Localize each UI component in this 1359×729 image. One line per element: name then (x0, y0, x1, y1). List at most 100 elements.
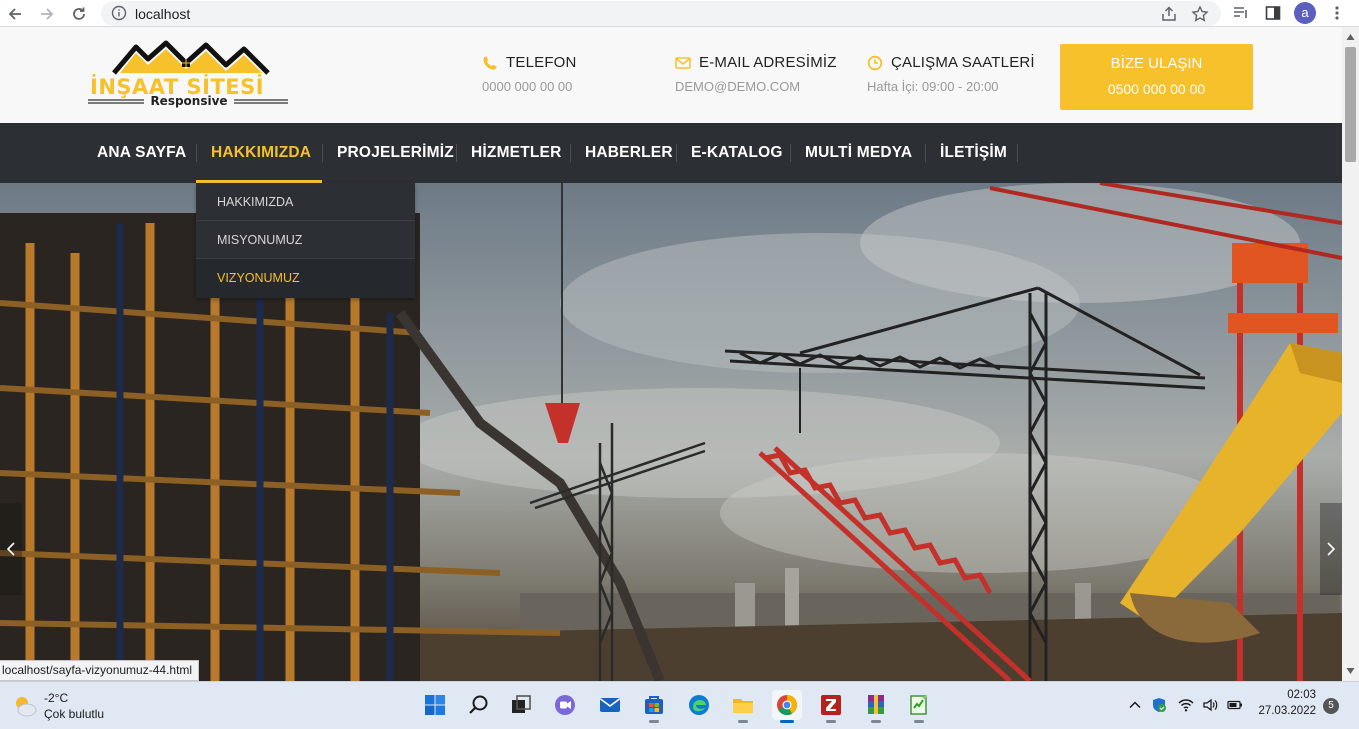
back-button[interactable] (5, 4, 25, 24)
battery-icon[interactable] (1227, 697, 1243, 713)
reload-button[interactable] (69, 4, 89, 24)
taskbar-app-filezilla[interactable] (816, 690, 846, 723)
taskbar-app-chrome[interactable] (772, 690, 802, 723)
nav-item-hakkimizda-label: HAKKIMIZDA (211, 144, 312, 161)
info-icon[interactable] (111, 5, 127, 21)
hours-info: ÇALIŞMA SAATLERİ Hafta İçi: 09:00 - 20:0… (867, 54, 1035, 94)
hakkimizda-dropdown: HAKKIMIZDA MISYONUMUZ VIZYONUMUZ (196, 183, 415, 298)
share-icon[interactable] (1160, 5, 1178, 23)
nav-item-ana-sayfa[interactable]: ANA SAYFA (97, 123, 186, 183)
nav-separator (570, 144, 571, 162)
nav-separator (1017, 144, 1018, 162)
more-menu-icon[interactable] (1331, 4, 1343, 22)
browser-toolbar: localhost a (0, 0, 1359, 27)
store-icon (645, 696, 663, 714)
task-view-icon (512, 695, 531, 713)
site-logo[interactable]: İNŞAAT SİTESİ Responsive (86, 39, 296, 111)
scroll-thumb[interactable] (1345, 47, 1356, 162)
system-clock[interactable]: 02:03 27.03.2022 (1258, 689, 1316, 717)
scroll-up-arrow-icon[interactable] (1346, 33, 1355, 41)
scroll-down-arrow-icon[interactable] (1346, 667, 1355, 675)
start-button[interactable] (420, 690, 450, 720)
volume-icon[interactable] (1202, 697, 1218, 713)
link-status-bubble: localhost/sayfa-vizyonumuz-44.html (0, 660, 200, 681)
dropdown-item-hakkimizda[interactable]: HAKKIMIZDA (196, 183, 415, 221)
clock-time: 02:03 (1287, 689, 1316, 701)
wifi-icon[interactable] (1178, 697, 1194, 713)
app-indicator (780, 720, 794, 723)
side-panel-icon[interactable] (1264, 4, 1282, 22)
nav-separator (456, 144, 457, 162)
chevron-right-icon (1327, 542, 1336, 556)
taskbar-app-chat[interactable] (550, 690, 580, 720)
nav-item-haberler[interactable]: HABERLER (585, 123, 673, 183)
main-navigation: ANA SAYFA HAKKIMIZDA PROJELERİMİZ HİZMET… (0, 123, 1342, 183)
slider-next-button[interactable] (1320, 503, 1342, 595)
edge-icon (689, 695, 709, 715)
slider-prev-button[interactable] (0, 503, 22, 595)
taskbar-app-mail[interactable] (595, 690, 625, 720)
app-indicator (826, 720, 836, 723)
nav-item-iletisim[interactable]: İLETİŞİM (940, 123, 1007, 183)
weather-condition: Çok bulutlu (44, 707, 105, 721)
site-header: İNŞAAT SİTESİ Responsive TELEFON 0000 00… (0, 27, 1342, 123)
nav-separator (196, 144, 197, 162)
phone-icon (483, 56, 497, 69)
forward-button[interactable] (37, 4, 57, 24)
nav-separator (676, 144, 677, 162)
profile-avatar[interactable]: a (1294, 2, 1316, 24)
nav-item-hizmetler[interactable]: HİZMETLER (471, 123, 562, 183)
taskbar-app-winrar[interactable] (861, 690, 891, 723)
nav-item-hakkimizda[interactable]: HAKKIMIZDA (211, 123, 311, 183)
partly-cloudy-icon (16, 697, 37, 717)
task-view-button[interactable] (506, 690, 536, 720)
windows-start-icon (425, 695, 445, 715)
weather-temperature: -2°C (44, 691, 69, 705)
file-explorer-icon (733, 699, 753, 713)
windows-taskbar: -2°C Çok bulutlu 02:03 27.03.2022 5 (0, 681, 1359, 729)
back-arrow-icon (8, 8, 21, 20)
url-text[interactable]: localhost (135, 6, 190, 22)
address-bar[interactable]: localhost (101, 1, 1221, 26)
taskbar-app-store[interactable] (639, 690, 669, 723)
app-indicator (649, 720, 659, 723)
contact-us-phone: 0500 000 00 00 (1107, 81, 1206, 97)
nav-separator (790, 144, 791, 162)
security-shield-icon[interactable] (1151, 697, 1167, 713)
page-scrollbar[interactable] (1342, 27, 1359, 681)
taskbar-search[interactable] (464, 690, 494, 720)
contact-us-title: BİZE ULAŞIN (1110, 55, 1203, 72)
nav-item-multi-medya[interactable]: MULTİ MEDYA (805, 123, 912, 183)
notepad-icon (910, 695, 927, 715)
app-indicator (914, 720, 924, 723)
chevron-up-icon[interactable] (1127, 697, 1143, 713)
chat-icon (555, 695, 575, 715)
email-info: E-MAIL ADRESİMİZ DEMO@DEMO.COM (675, 54, 837, 94)
taskbar-app-notepad[interactable] (904, 690, 934, 723)
notification-badge[interactable]: 5 (1323, 698, 1339, 714)
reload-icon (73, 7, 85, 20)
app-indicator (738, 720, 748, 723)
dropdown-item-vizyonumuz[interactable]: VIZYONUMUZ (196, 259, 415, 298)
hours-value: Hafta İçi: 09:00 - 20:00 (867, 79, 999, 94)
dropdown-item-misyonumuz[interactable]: MISYONUMUZ (196, 221, 415, 259)
logo-subtext: Responsive (150, 94, 227, 108)
contact-us-button[interactable]: BİZE ULAŞIN 0500 000 00 00 (1060, 44, 1253, 110)
hours-title: ÇALIŞMA SAATLERİ (891, 54, 1035, 71)
clock-icon (867, 55, 883, 70)
nav-item-projelerimiz[interactable]: PROJELERİMİZ (337, 123, 454, 183)
phone-value: 0000 000 00 00 (482, 79, 573, 94)
phone-title: TELEFON (506, 54, 577, 71)
mail-icon (600, 698, 620, 712)
bookmark-star-icon[interactable] (1191, 5, 1209, 23)
search-icon (469, 695, 488, 714)
taskbar-app-file-explorer[interactable] (728, 690, 758, 723)
chevron-left-icon (6, 542, 15, 556)
nav-separator (925, 144, 926, 162)
winrar-icon (868, 695, 884, 714)
reading-list-icon[interactable] (1232, 4, 1250, 22)
taskbar-app-edge[interactable] (684, 690, 714, 720)
nav-item-e-katalog[interactable]: E-KATALOG (691, 123, 783, 183)
chrome-icon (777, 695, 798, 716)
phone-info: TELEFON 0000 000 00 00 (482, 54, 577, 94)
